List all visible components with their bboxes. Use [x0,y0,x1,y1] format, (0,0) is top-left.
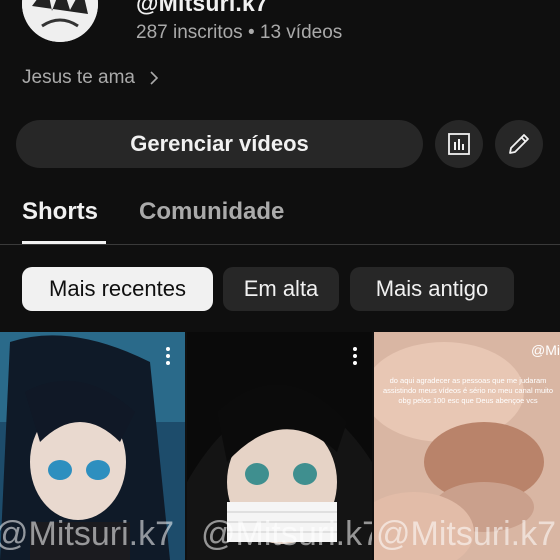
short-thumbnail[interactable]: @Mitsuri.k7 [0,332,185,560]
filter-chip-popular[interactable]: Em alta [223,267,339,311]
channel-description-text: Jesus te ama [22,67,135,88]
channel-handle: @Mitsuri.k7 [136,0,268,16]
channel-stats: 287 inscritos • 13 vídeos [136,22,343,43]
short-top-watermark: @Mi [531,342,560,358]
short-watermark: @Mitsuri.k7 [201,515,372,553]
chevron-right-icon [150,71,159,85]
channel-avatar[interactable] [22,0,98,42]
pencil-icon [509,134,529,154]
short-watermark: @Mitsuri.k7 [376,515,556,553]
short-watermark: @Mitsuri.k7 [0,515,174,553]
filter-chip-oldest[interactable]: Mais antigo [350,267,514,311]
avatar-image [22,0,98,42]
tab-community[interactable]: Comunidade [139,198,284,226]
tab-shorts[interactable]: Shorts [22,198,98,226]
channel-tabs: Shorts Comunidade [0,190,560,245]
short-caption: do aqui agradecer as pessoas que me juda… [382,376,554,405]
short-thumbnail[interactable]: @Mi do aqui agradecer as pessoas que me … [374,332,560,560]
more-vert-icon[interactable] [165,346,171,366]
short-thumbnail[interactable]: @Mitsuri.k7 [187,332,372,560]
edit-channel-button[interactable] [495,120,543,168]
analytics-button[interactable] [435,120,483,168]
manage-videos-button[interactable]: Gerenciar vídeos [16,120,423,168]
filter-chip-recent[interactable]: Mais recentes [22,267,213,311]
channel-description[interactable]: Jesus te ama [22,67,161,89]
analytics-icon [448,133,470,155]
more-vert-icon[interactable] [352,346,358,366]
active-tab-indicator [22,241,106,244]
